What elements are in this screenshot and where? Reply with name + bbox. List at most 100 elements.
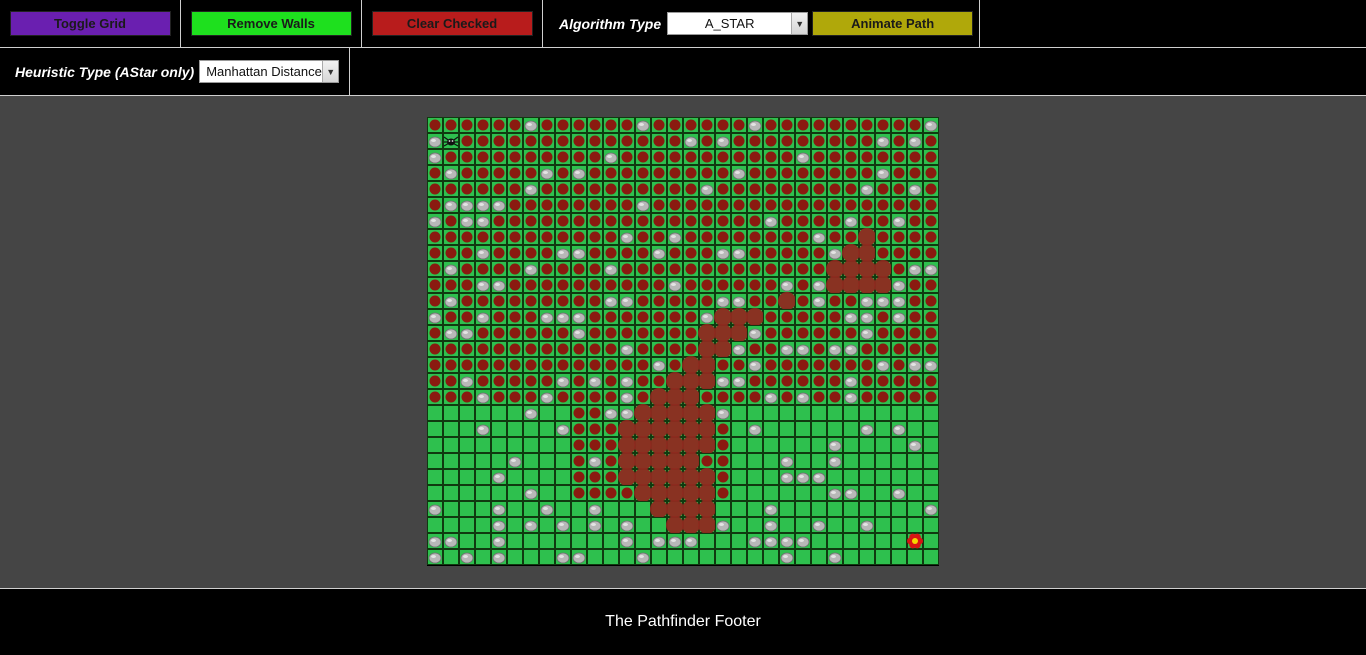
visited-dot-icon <box>621 199 633 211</box>
rock-icon <box>428 312 442 324</box>
visited-dot-icon <box>797 183 809 195</box>
rock-icon <box>604 296 618 308</box>
visited-dot-icon <box>589 311 601 323</box>
visited-dot-icon <box>461 263 473 275</box>
visited-dot-icon <box>653 295 665 307</box>
algorithm-type-select[interactable]: A_STAR ▼ <box>667 12 809 35</box>
grid-cell <box>731 405 747 421</box>
grid-cell <box>923 405 939 421</box>
visited-dot-icon <box>685 295 697 307</box>
grid-cell <box>539 485 555 501</box>
grid-cell <box>907 453 923 469</box>
path-cell <box>682 452 700 470</box>
rock-icon <box>764 536 778 548</box>
grid-cell <box>555 453 571 469</box>
visited-dot-icon <box>749 247 761 259</box>
visited-dot-icon <box>525 199 537 211</box>
toggle-grid-button[interactable]: Toggle Grid <box>9 11 171 36</box>
visited-dot-icon <box>797 135 809 147</box>
rock-icon <box>588 504 602 516</box>
visited-dot-icon <box>925 327 937 339</box>
grid-cell <box>635 533 651 549</box>
visited-dot-icon <box>509 135 521 147</box>
footer-text: The Pathfinder Footer <box>605 613 761 630</box>
visited-dot-icon <box>909 391 921 403</box>
rock-icon <box>540 168 554 180</box>
visited-dot-icon <box>893 199 905 211</box>
grid-cell <box>635 517 651 533</box>
visited-dot-icon <box>669 359 681 371</box>
pathfinding-grid[interactable] <box>427 117 939 566</box>
visited-dot-icon <box>813 135 825 147</box>
path-cell <box>682 468 700 486</box>
grid-cell <box>843 549 859 565</box>
visited-dot-icon <box>461 359 473 371</box>
visited-dot-icon <box>781 311 793 323</box>
grid-cell <box>891 453 907 469</box>
visited-dot-icon <box>749 343 761 355</box>
visited-dot-icon <box>541 151 553 163</box>
visited-dot-icon <box>477 263 489 275</box>
grid-cell <box>507 437 523 453</box>
visited-dot-icon <box>653 231 665 243</box>
visited-dot-icon <box>493 231 505 243</box>
visited-dot-icon <box>429 247 441 259</box>
path-cell <box>698 468 716 486</box>
animate-path-button[interactable]: Animate Path <box>812 11 974 36</box>
heuristic-type-label: Heuristic Type (AStar only) <box>15 63 195 80</box>
visited-dot-icon <box>861 199 873 211</box>
rock-icon <box>812 232 826 244</box>
visited-dot-icon <box>669 135 681 147</box>
rock-icon <box>588 520 602 532</box>
grid-cell <box>507 405 523 421</box>
visited-dot-icon <box>909 279 921 291</box>
rock-icon <box>572 168 586 180</box>
grid-cell <box>667 549 683 565</box>
visited-dot-icon <box>669 167 681 179</box>
grid-cell <box>555 501 571 517</box>
grid-cell <box>875 469 891 485</box>
visited-dot-icon <box>509 343 521 355</box>
rock-icon <box>620 392 634 404</box>
grid-cell <box>475 405 491 421</box>
visited-dot-icon <box>749 135 761 147</box>
visited-dot-icon <box>701 215 713 227</box>
visited-dot-icon <box>733 359 745 371</box>
visited-dot-icon <box>653 215 665 227</box>
visited-dot-icon <box>621 247 633 259</box>
visited-dot-icon <box>605 247 617 259</box>
grid-cell <box>651 549 667 565</box>
visited-dot-icon <box>653 183 665 195</box>
visited-dot-icon <box>557 391 569 403</box>
visited-dot-icon <box>797 247 809 259</box>
visited-dot-icon <box>813 311 825 323</box>
visited-dot-icon <box>653 167 665 179</box>
remove-walls-button[interactable]: Remove Walls <box>190 11 352 36</box>
visited-dot-icon <box>621 487 633 499</box>
visited-dot-icon <box>557 199 569 211</box>
visited-dot-icon <box>557 279 569 291</box>
visited-dot-icon <box>733 215 745 227</box>
visited-dot-icon <box>909 215 921 227</box>
visited-dot-icon <box>925 391 937 403</box>
visited-dot-icon <box>701 231 713 243</box>
heuristic-type-select[interactable]: Manhattan Distance ▼ <box>199 60 340 83</box>
rock-icon <box>780 280 794 292</box>
grid-cell <box>747 405 763 421</box>
clear-checked-button[interactable]: Clear Checked <box>371 11 533 36</box>
rock-icon <box>636 200 650 212</box>
visited-dot-icon <box>717 359 729 371</box>
visited-dot-icon <box>637 327 649 339</box>
grid-cell <box>427 421 443 437</box>
grid-cell <box>523 437 539 453</box>
visited-dot-icon <box>605 311 617 323</box>
grid-cell <box>795 485 811 501</box>
grid-cell <box>443 437 459 453</box>
visited-dot-icon <box>445 231 457 243</box>
rock-icon <box>748 424 762 436</box>
algorithm-type-label: Algorithm Type <box>559 15 662 32</box>
grid-cell <box>491 453 507 469</box>
grid-cell <box>907 485 923 501</box>
visited-dot-icon <box>637 231 649 243</box>
path-cell <box>682 420 700 438</box>
